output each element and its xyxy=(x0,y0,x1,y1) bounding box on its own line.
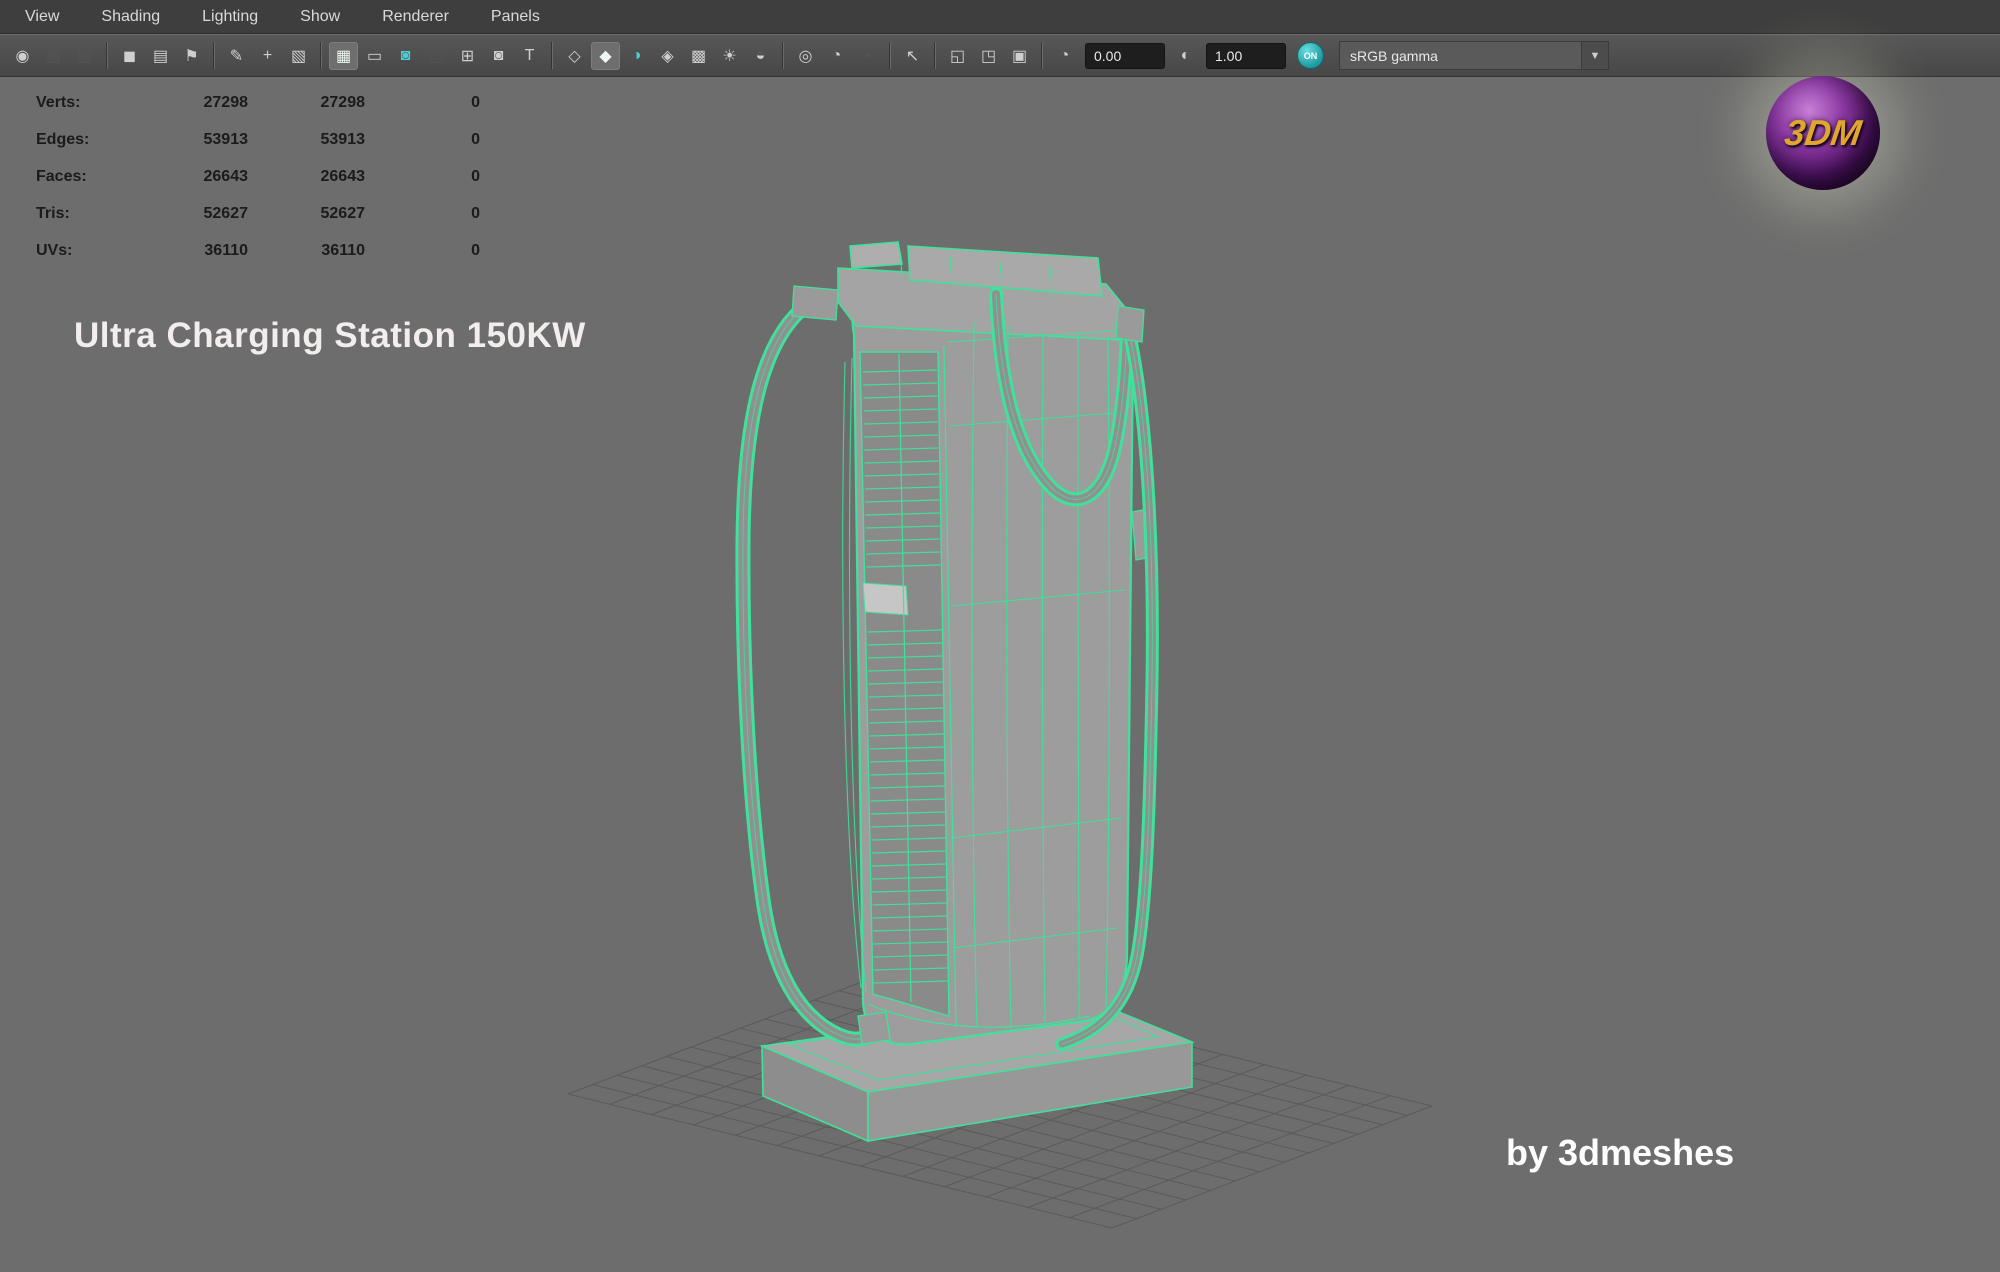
toolbar-separator xyxy=(213,42,215,69)
hud-label: Verts: xyxy=(36,93,81,111)
status-line-toolbar: ◉▨▨◼▤⚑✎+▧▦▭◙▢⊞◙T◇◆◑◈▩☀◒◎◔▪↖◱◳▣◔◐ONsRGB g… xyxy=(0,35,2000,77)
hud-value: 27298 xyxy=(203,93,249,111)
pan-zoom-icon[interactable]: + xyxy=(253,42,282,70)
3dm-logo-text: 3DM xyxy=(1782,112,1864,153)
menu-bar: View Shading Lighting Show Renderer Panels xyxy=(0,0,2000,34)
menu-view[interactable]: View xyxy=(25,8,59,26)
hud-row: Edges: 53913 53913 0 xyxy=(36,121,480,158)
gamma-input[interactable] xyxy=(1206,42,1286,69)
hud-label: Faces: xyxy=(36,167,87,185)
hud-row: UVs: 36110 36110 0 xyxy=(36,232,480,269)
isolate-select-icon: ▪ xyxy=(864,46,871,64)
pin-layout-icon[interactable]: ▣ xyxy=(1005,42,1034,70)
credit-text: by 3dmeshes xyxy=(1506,1132,1735,1173)
textured-cube-icon[interactable]: ◑ xyxy=(622,42,651,70)
hud-row: Tris: 52627 52627 0 xyxy=(36,195,480,232)
resolution-gate-icon[interactable]: ◙ xyxy=(391,42,420,70)
menu-renderer[interactable]: Renderer xyxy=(382,8,449,26)
hud-label: Tris: xyxy=(36,204,70,222)
vent-display-panel xyxy=(862,582,909,616)
viewport-title-text: Ultra Charging Station 150KW xyxy=(74,316,586,355)
checker-display-icon[interactable]: ▩ xyxy=(684,42,713,70)
select-camera-icon[interactable]: ◼ xyxy=(115,42,144,70)
copy-layout-icon[interactable]: ◱ xyxy=(943,42,972,70)
gate-mask-icon: ▢ xyxy=(428,47,445,65)
colorspace-value: sRGB gamma xyxy=(1350,47,1438,64)
chevron-down-icon[interactable]: ▼ xyxy=(1581,42,1608,69)
unused-slot-b-icon: ▨ xyxy=(76,47,93,65)
menu-panels[interactable]: Panels xyxy=(491,8,540,26)
hud-value: 52627 xyxy=(320,204,366,222)
hud-label: UVs: xyxy=(36,241,73,259)
camera-bookmark-icon[interactable]: ⚑ xyxy=(177,42,206,70)
hud-label: Edges: xyxy=(36,130,90,148)
shaded-cube-icon[interactable]: ◆ xyxy=(591,41,620,70)
camera-attributes-icon[interactable]: ▤ xyxy=(146,42,175,70)
toolbar-separator xyxy=(551,42,553,69)
hud-value: 0 xyxy=(471,167,480,185)
select-highlight-icon[interactable]: ↖ xyxy=(898,42,927,70)
hud-value: 27298 xyxy=(320,93,366,111)
hud-value: 36110 xyxy=(204,241,248,259)
field-chart-icon[interactable]: ⊞ xyxy=(453,42,482,70)
lights-icon[interactable]: ☀ xyxy=(715,42,744,70)
menu-items: View Shading Lighting Show Renderer Panels xyxy=(25,8,540,26)
menu-shading[interactable]: Shading xyxy=(101,8,160,26)
toolbar-separator xyxy=(934,42,936,69)
hud-value: 52627 xyxy=(203,204,249,222)
hud-value: 26643 xyxy=(203,167,249,185)
toolbar-separator xyxy=(782,42,784,69)
charging-station-model[interactable] xyxy=(735,241,1195,1143)
safe-action-icon[interactable]: ◙ xyxy=(484,42,513,70)
hud-value: 0 xyxy=(471,204,480,222)
safe-title-icon[interactable]: T xyxy=(515,42,544,70)
toolbar-separator xyxy=(106,42,108,69)
gamma-icon[interactable]: ◐ xyxy=(1171,42,1200,70)
menu-lighting[interactable]: Lighting xyxy=(202,8,258,26)
colorspace-select[interactable]: sRGB gamma ▼ xyxy=(1339,41,1609,70)
hud-value: 0 xyxy=(471,93,480,111)
grid-toggle-icon[interactable]: ▦ xyxy=(329,41,358,70)
hud-value: 53913 xyxy=(203,130,249,148)
hud-value: 0 xyxy=(471,130,480,148)
toolbar-separator xyxy=(889,42,891,69)
hud-value: 36110 xyxy=(321,241,365,259)
toolbar-separator xyxy=(1041,42,1043,69)
show-manipulators-icon[interactable]: ◉ xyxy=(8,42,37,70)
film-gate-icon[interactable]: ▭ xyxy=(360,42,389,70)
hud-value: 53913 xyxy=(320,130,366,148)
unused-slot-a-icon: ▨ xyxy=(45,47,62,65)
grease-pencil-icon[interactable]: ✎ xyxy=(222,42,251,70)
menu-show[interactable]: Show xyxy=(300,8,340,26)
color-management-toggle[interactable]: ON xyxy=(1297,42,1324,69)
paste-layout-icon[interactable]: ◳ xyxy=(974,42,1003,70)
toolbar-separator xyxy=(320,42,322,69)
shadows-icon[interactable]: ◒ xyxy=(746,42,775,70)
hud-value: 26643 xyxy=(320,167,366,185)
wireframe-cube-icon[interactable]: ◇ xyxy=(560,42,589,70)
motion-blur-icon[interactable]: ◔ xyxy=(822,42,851,70)
occlusion-icon[interactable]: ◎ xyxy=(791,42,820,70)
poly-count-hud: Verts: 27298 27298 0 Edges: 53913 53913 0 Faces:… xyxy=(36,84,480,269)
material-cube-icon[interactable]: ◈ xyxy=(653,42,682,70)
hud-row: Faces: 26643 26643 0 xyxy=(36,158,480,195)
image-plane-icon[interactable]: ▧ xyxy=(284,42,313,70)
hud-value: 0 xyxy=(471,241,480,259)
hud-row: Verts: 27298 27298 0 xyxy=(36,84,480,121)
3dm-logo: 3DM xyxy=(1766,76,1880,190)
exposure-icon[interactable]: ◔ xyxy=(1050,42,1079,70)
exposure-input[interactable] xyxy=(1085,42,1165,69)
